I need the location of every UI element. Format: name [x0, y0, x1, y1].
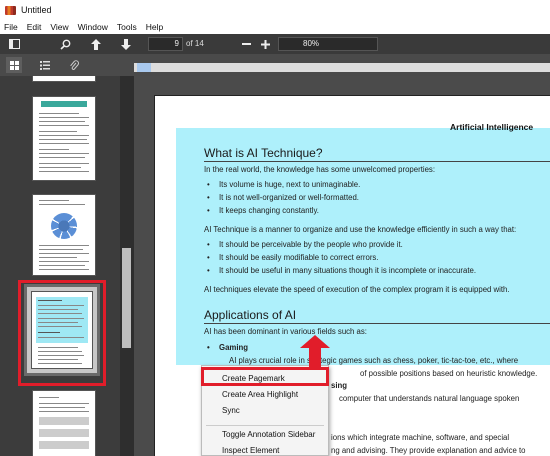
bullet-item: It is not well-organized or well-formatt…: [207, 193, 359, 202]
paragraph-fragment: sing: [331, 381, 348, 390]
red-arrow-icon: [300, 335, 330, 369]
bullet-item: It should be easily modifiable to correc…: [207, 253, 379, 262]
zoom-out-icon[interactable]: [238, 36, 254, 52]
menu-item-annotation-box: [201, 367, 329, 386]
bullet-item: It keeps changing constantly.: [207, 206, 319, 215]
outline-list-icon[interactable]: [37, 57, 53, 73]
page-total-label: of 14: [186, 39, 204, 48]
sidebar-scrollbar-thumb[interactable]: [122, 248, 131, 348]
menu-item-inspect-element[interactable]: Inspect Element: [222, 446, 279, 455]
menu-item-create-area-highlight[interactable]: Create Area Highlight: [222, 390, 298, 399]
paragraph: In the real world, the knowledge has som…: [204, 165, 436, 174]
bullet-item: Its volume is huge, next to unimaginable…: [207, 180, 360, 189]
page-thumbnail[interactable]: [32, 194, 96, 276]
flower-diagram-thumbnail-image: [51, 213, 77, 239]
horizontal-scrollbar-thumb[interactable]: [137, 63, 151, 72]
section-heading: Applications of AI: [204, 308, 550, 324]
sidebar-toggle-icon[interactable]: [6, 36, 22, 52]
app-icon: [5, 5, 16, 15]
horizontal-scrollbar[interactable]: [134, 63, 550, 72]
paragraph-fragment: ng and advising. They provide explanatio…: [331, 446, 526, 455]
thumbnails-grid-icon[interactable]: [6, 57, 22, 73]
menu-file[interactable]: File: [4, 22, 18, 32]
running-header: Artificial Intelligence: [450, 122, 534, 132]
page-thumbnail[interactable]: [32, 96, 96, 181]
paragraph: AI techniques elevate the speed of execu…: [204, 285, 510, 294]
paragraph: AI has been dominant in various fields s…: [204, 327, 367, 336]
paragraph-fragment: computer that understands natural langua…: [339, 394, 520, 403]
next-page-icon[interactable]: [118, 36, 134, 52]
zoom-in-icon[interactable]: [257, 36, 273, 52]
menu-help[interactable]: Help: [146, 22, 163, 32]
paragraph: AI Technique is a manner to organize and…: [204, 225, 517, 234]
paragraph: AI plays crucial role in strategic games…: [229, 356, 519, 365]
menu-view[interactable]: View: [50, 22, 68, 32]
page-thumbnail[interactable]: [32, 76, 96, 82]
main-toolbar: 9 of 14 80%: [0, 34, 550, 54]
thumbnail-annotation-box: [18, 280, 106, 386]
menu-tools[interactable]: Tools: [117, 22, 137, 32]
bullet-item: It should be perceivable by the people w…: [207, 240, 403, 249]
search-icon[interactable]: [57, 36, 73, 52]
paragraph-fragment: ions which integrate machine, software, …: [331, 433, 510, 442]
menu-item-sync[interactable]: Sync: [222, 406, 240, 415]
bullet-item: It should be useful in many situations t…: [207, 266, 476, 275]
bullet-item: Gaming: [207, 343, 248, 352]
menu-item-toggle-annotation-sidebar[interactable]: Toggle Annotation Sidebar: [222, 430, 315, 439]
attachment-paperclip-icon[interactable]: [66, 57, 82, 73]
menu-edit[interactable]: Edit: [27, 22, 42, 32]
page-number-input[interactable]: 9: [148, 37, 183, 51]
title-bar: Untitled: [0, 0, 550, 20]
section-heading: What is AI Technique?: [204, 146, 550, 162]
window-title: Untitled: [21, 5, 52, 15]
paragraph: of possible positions based on heuristic…: [360, 369, 538, 378]
zoom-level-select[interactable]: 80%: [278, 37, 378, 51]
menu-bar: File Edit View Window Tools Help: [0, 20, 550, 34]
previous-page-icon[interactable]: [88, 36, 104, 52]
menu-window[interactable]: Window: [78, 22, 108, 32]
page-thumbnail[interactable]: [32, 390, 96, 456]
menu-separator: [206, 425, 324, 426]
